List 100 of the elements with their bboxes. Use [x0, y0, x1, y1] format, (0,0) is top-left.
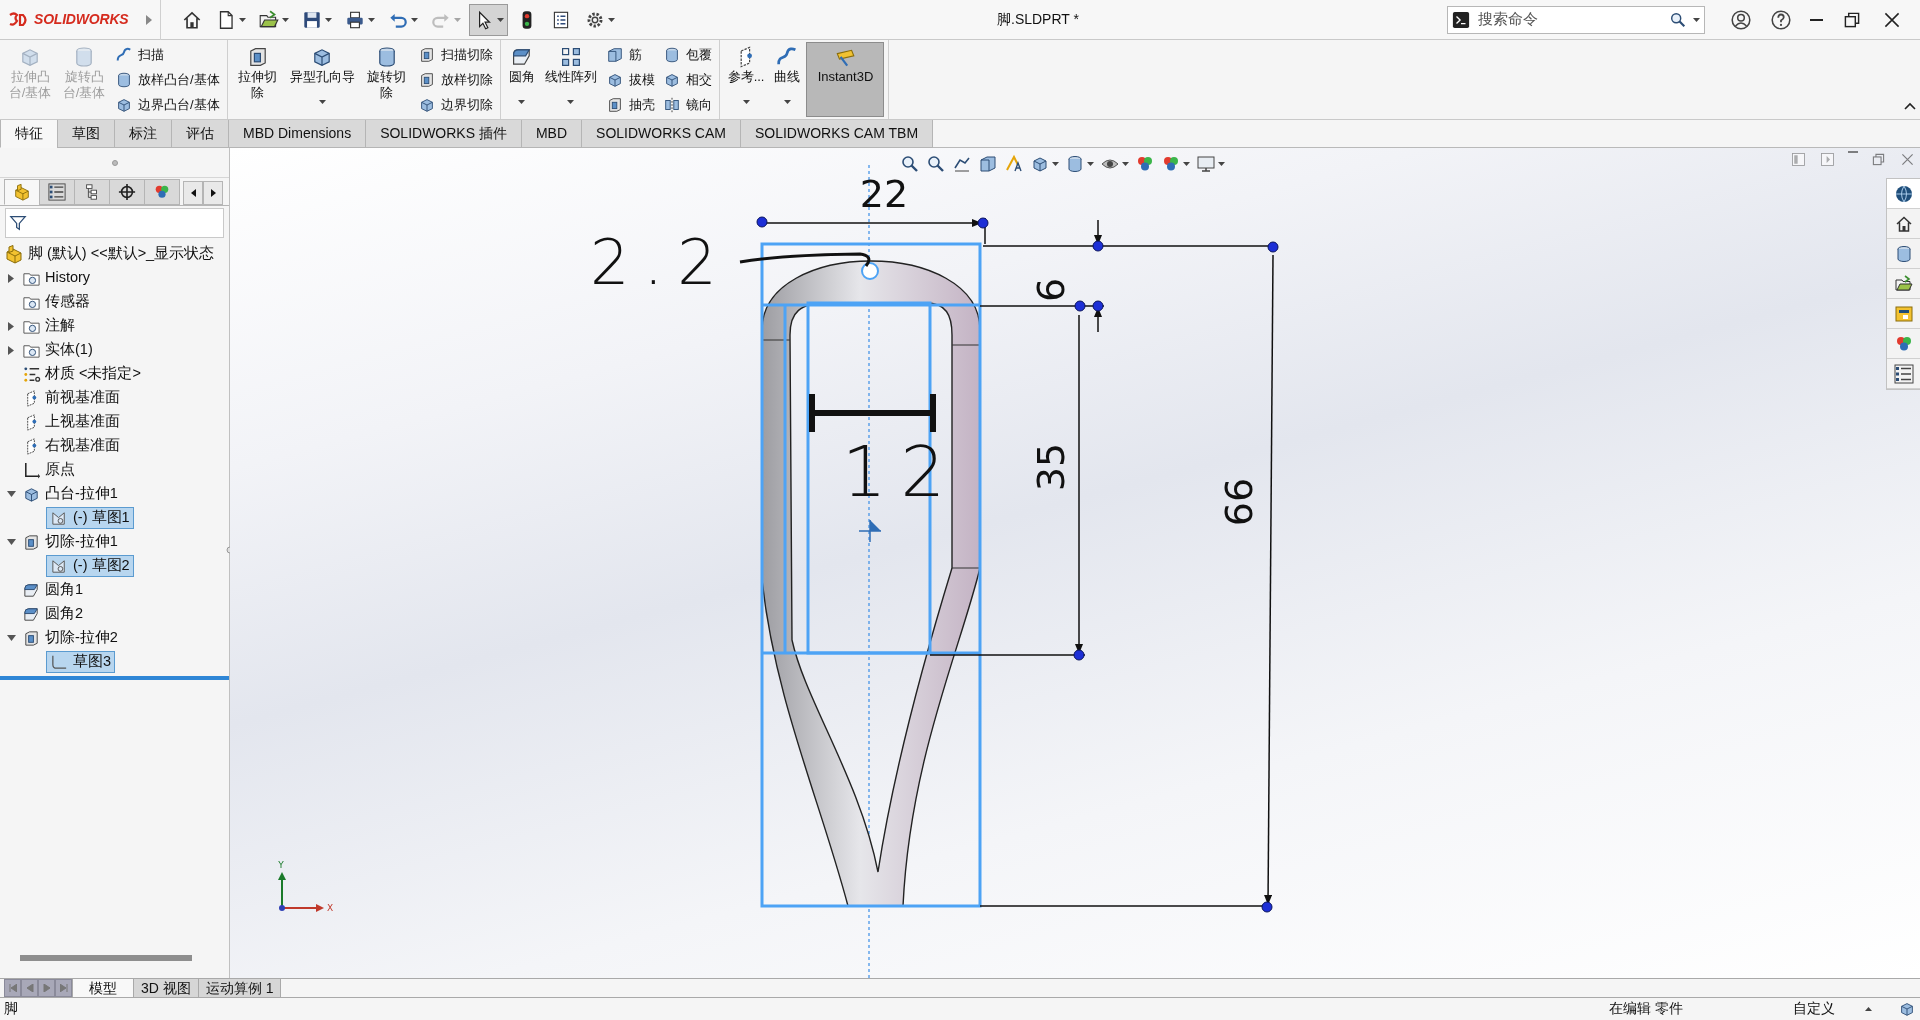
tree-item[interactable]: History	[18, 267, 95, 289]
search-box[interactable]: 搜索命令	[1447, 5, 1705, 34]
tree-item[interactable]: 前视基准面	[18, 387, 124, 409]
select-button[interactable]	[469, 3, 508, 36]
tree-item[interactable]: 草图3	[46, 651, 116, 673]
tree-item[interactable]: 切除-拉伸2	[18, 627, 122, 649]
search-field[interactable]: 搜索命令	[1476, 7, 1663, 32]
display-style-button[interactable]	[1065, 154, 1094, 174]
dimension-value: 35	[1029, 442, 1073, 492]
tree-item[interactable]: 原点	[18, 459, 79, 481]
caret-icon	[518, 99, 526, 104]
ribbon-button[interactable]: 边界切除	[414, 93, 496, 116]
ribbon-button[interactable]: 抽壳	[602, 93, 658, 116]
collapse-arrow-icon[interactable]	[6, 491, 16, 497]
ribbon-button[interactable]: 放样凸台/基体	[112, 68, 223, 91]
expand-arrow-icon[interactable]	[146, 14, 152, 25]
panel-tab[interactable]	[109, 179, 145, 205]
ribbon-button[interactable]: 边界凸台/基体	[112, 93, 223, 116]
command-tab[interactable]: MBD	[520, 120, 583, 148]
tree-item[interactable]: 传感器	[18, 291, 94, 313]
ribbon-button[interactable]: 扫描切除	[414, 43, 496, 66]
tree-item[interactable]: 实体(1)	[18, 339, 97, 361]
search-icon	[1669, 10, 1687, 29]
part-icon	[4, 244, 24, 264]
tree-item[interactable]: 圆角2	[18, 603, 88, 625]
cylinder-icon	[115, 70, 133, 89]
terminal-icon	[1452, 10, 1470, 29]
view-settings-button[interactable]	[1196, 154, 1225, 174]
ribbon-button[interactable]: 拔模	[602, 68, 658, 91]
right-arrow-icon	[210, 189, 216, 197]
ribbon-button[interactable]: 拉伸切除	[231, 42, 284, 117]
filter-icon	[9, 214, 27, 232]
tree-item[interactable]: 圆角1	[18, 579, 88, 601]
view-restore-button[interactable]	[1870, 151, 1887, 168]
tile-right-icon	[1819, 151, 1836, 168]
grip-icon[interactable]	[111, 159, 118, 166]
command-tab[interactable]: 评估	[171, 120, 229, 148]
scrollbar-thumb[interactable]	[20, 955, 192, 961]
ribbon-button[interactable]: 扫描	[112, 43, 223, 66]
handwritten-note: 2.2	[590, 226, 731, 299]
close-icon	[1899, 151, 1916, 168]
command-tab[interactable]: SOLIDWORKS CAM	[581, 120, 741, 148]
expand-arrow-icon[interactable]	[8, 345, 14, 355]
view-tab[interactable]: 运动算例 1	[197, 979, 282, 998]
command-tab[interactable]: 特征	[0, 120, 58, 148]
command-tab[interactable]: MBD Dimensions	[228, 120, 367, 148]
tile-left-button[interactable]	[1790, 151, 1807, 168]
caret-icon	[1693, 17, 1700, 22]
minimize-icon	[1810, 18, 1823, 21]
color-wheel-icon	[153, 183, 171, 201]
command-tab[interactable]: 标注	[114, 120, 172, 148]
ribbon-button[interactable]: 圆角	[504, 42, 539, 117]
folder-icon	[1893, 273, 1914, 294]
scroll-right-button[interactable]	[203, 181, 223, 205]
ribbon-button[interactable]: 线性阵列	[540, 42, 601, 117]
ribbon-button[interactable]: 旋转切除	[360, 42, 413, 117]
task-pane-button[interactable]	[1887, 179, 1920, 209]
list-icon	[48, 183, 66, 201]
zoom-area-button[interactable]	[926, 154, 946, 174]
caret-icon	[318, 99, 326, 104]
collapse-arrow-icon[interactable]	[6, 539, 16, 545]
section-view-button[interactable]	[978, 154, 998, 174]
tile-right-button[interactable]	[1819, 151, 1836, 168]
tree-item[interactable]: 凸台-拉伸1	[18, 483, 122, 505]
ribbon-button[interactable]: 参考...	[723, 42, 769, 117]
tree-item[interactable]: (-) 草图2	[46, 555, 134, 577]
view-close-button[interactable]	[1899, 151, 1916, 168]
ribbon-button[interactable]: 异型孔向导	[285, 42, 359, 117]
axis-label: X	[327, 903, 334, 913]
expand-arrow-icon[interactable]	[8, 273, 14, 283]
zoom-fit-button[interactable]	[900, 154, 920, 174]
ribbon-button[interactable]: 曲线	[770, 42, 805, 117]
tree-item[interactable]: 材质 <未指定>	[18, 363, 145, 385]
chevron-up-icon	[1904, 102, 1916, 111]
ribbon-button[interactable]: 筋	[602, 43, 658, 66]
command-tab[interactable]: SOLIDWORKS 插件	[365, 120, 522, 148]
collapse-arrow-icon[interactable]	[6, 635, 16, 641]
caret-icon	[454, 17, 461, 22]
tree-item[interactable]: 切除-拉伸1	[18, 531, 122, 553]
logo-icon	[8, 11, 30, 28]
view-tab[interactable]: 3D 视图	[133, 979, 199, 998]
tree-root[interactable]: 脚 (默认) <<默认>_显示状态	[28, 243, 215, 265]
filter-field[interactable]	[5, 208, 224, 238]
caret-up-icon[interactable]	[1865, 1007, 1872, 1011]
command-tab[interactable]: 草图	[57, 120, 115, 148]
instant3d-toggle[interactable]: Instant3D	[806, 42, 885, 117]
tree-item[interactable]: 右视基准面	[18, 435, 124, 457]
ribbon-button[interactable]: 相交	[659, 68, 715, 91]
scroll-left-button[interactable]	[183, 181, 203, 205]
tree-item[interactable]: 上视基准面	[18, 411, 124, 433]
ribbon-button[interactable]: 镜向	[659, 93, 715, 116]
expand-arrow-icon[interactable]	[8, 321, 14, 331]
command-tab[interactable]: SOLIDWORKS CAM TBM	[739, 120, 934, 148]
ribbon-button[interactable]: 包覆	[659, 43, 715, 66]
ribbon-button[interactable]: 放样切除	[414, 68, 496, 91]
units-label[interactable]: 自定义	[1793, 998, 1835, 1020]
tree-item[interactable]: 注解	[18, 315, 79, 337]
annotation-view-button[interactable]	[1004, 154, 1024, 174]
tree-item[interactable]: (-) 草图1	[46, 507, 134, 529]
panel-tab[interactable]	[74, 179, 110, 205]
